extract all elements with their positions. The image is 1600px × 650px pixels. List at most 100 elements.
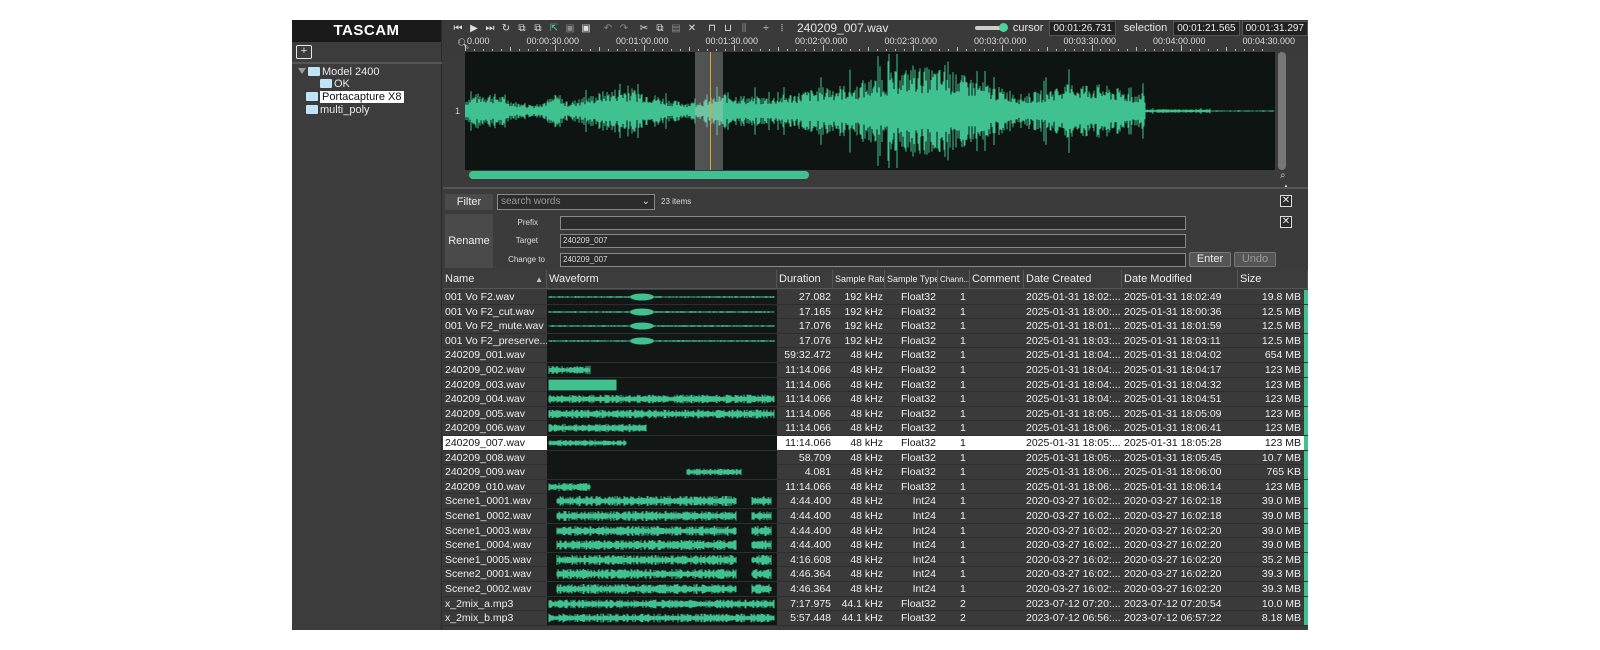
ruler-tick: [867, 47, 869, 51]
zoom-vertical-icon[interactable]: ⌕: [1280, 170, 1286, 181]
save-icon[interactable]: ▣: [563, 21, 577, 35]
expand-arrow-icon[interactable]: [298, 68, 306, 74]
close-rename-icon[interactable]: ✕: [1280, 216, 1292, 228]
region-icon[interactable]: ⧉: [515, 21, 529, 35]
ruler-tick: [590, 49, 592, 51]
save-all-icon[interactable]: ▣: [579, 21, 593, 35]
waveform-editor[interactable]: [465, 52, 1275, 170]
loop-icon[interactable]: ↻: [499, 21, 513, 35]
zoom-icon[interactable]: 🔍︎: [457, 39, 470, 50]
col-sample-rate[interactable]: Sample Rate: [833, 270, 885, 289]
horizontal-scrollbar[interactable]: [469, 171, 810, 179]
table-row[interactable]: Scene1_0001.wav 4:44.400 48 kHz Int24 1 2020-…: [443, 494, 1308, 509]
cell-modified: 2025-01-31 18:04:32: [1124, 378, 1222, 391]
play-icon[interactable]: ▶: [467, 21, 481, 35]
cell-chan: 1: [960, 407, 966, 420]
folder-icon: [320, 79, 332, 88]
ruler-tick: [581, 49, 583, 51]
ruler-tick: [948, 49, 950, 51]
table-row[interactable]: 240209_001.wav 59:32.472 48 kHz Float32 1 202…: [443, 348, 1308, 363]
col-waveform[interactable]: Waveform: [547, 270, 777, 289]
table-row[interactable]: Scene1_0004.wav 4:44.400 48 kHz Int24 1 2020-…: [443, 538, 1308, 553]
chevron-down-icon[interactable]: ⌄: [642, 195, 650, 209]
paste-icon[interactable]: ▤: [669, 21, 683, 35]
table-row[interactable]: x_2mix_a.mp3 7:17.975 44.1 kHz Float32 2 2023…: [443, 596, 1308, 612]
cell-type: Int24: [912, 524, 936, 537]
panel-divider[interactable]: [443, 187, 1308, 189]
cell-rate: 44.1 kHz: [841, 597, 883, 610]
copy-icon[interactable]: ⧉: [653, 21, 667, 35]
redo-icon[interactable]: ↷: [617, 21, 631, 35]
split-icon[interactable]: ÷: [759, 21, 773, 35]
cell-comment: [970, 480, 1022, 494]
table-row[interactable]: 001 Vo F2_preserve... 17.076 192 kHz Float3…: [443, 333, 1308, 349]
cell-duration: 4:46.364: [790, 583, 831, 595]
fade-out-icon[interactable]: ⊔: [721, 21, 735, 35]
playback-cursor[interactable]: [709, 52, 711, 170]
undo-icon[interactable]: ↶: [601, 21, 615, 35]
table-row[interactable]: 240209_007.wav 11:14.066 48 kHz Float32 1 202…: [443, 436, 1308, 451]
table-row[interactable]: Scene1_0003.wav 4:44.400 48 kHz Int24 1 2020-…: [443, 523, 1308, 539]
table-row[interactable]: 240209_003.wav 11:14.066 48 kHz Float32 1 202…: [443, 377, 1308, 393]
cell-created: 2025-01-31 18:05:...: [1026, 451, 1121, 464]
col-name[interactable]: Name ▲: [443, 270, 547, 289]
table-row[interactable]: 240209_009.wav 4.081 48 kHz Float32 1 2025-01…: [443, 465, 1308, 480]
cell-modified: 2025-01-31 18:01:59: [1124, 320, 1222, 333]
cell-name: 240209_004.wav: [445, 393, 525, 406]
vertical-scrollbar[interactable]: [1278, 52, 1286, 170]
table-row[interactable]: 240209_008.wav 58.709 48 kHz Float32 1 2025-0…: [443, 450, 1308, 466]
cell-name: x_2mix_b.mp3: [445, 612, 514, 625]
cell-created: 2025-01-31 18:04:...: [1026, 378, 1121, 391]
table-row[interactable]: Scene1_0005.wav 4:16.608 48 kHz Int24 1 2020-…: [443, 552, 1308, 568]
col-date-created[interactable]: Date Created: [1024, 270, 1122, 289]
table-row[interactable]: 240209_010.wav 11:14.066 48 kHz Float32 1 202…: [443, 479, 1308, 495]
fade-in-icon[interactable]: ⊓: [705, 21, 719, 35]
time-ruler[interactable]: 0.000 00:00:30.000 00:01:00.000 00:01:30.00…: [443, 36, 1308, 51]
table-row[interactable]: 001 Vo F2.wav 27.082 192 kHz Float32 1 2025-0…: [443, 290, 1308, 305]
target-field[interactable]: 240209_007: [560, 234, 1186, 248]
skip-forward-icon[interactable]: ⏭: [483, 21, 497, 35]
col-date-modified[interactable]: Date Modified: [1122, 270, 1238, 289]
sidebar-folder-item[interactable]: Portacapture X8: [306, 91, 404, 104]
skip-back-icon[interactable]: ⏮: [451, 21, 465, 35]
col-comment[interactable]: Comment: [970, 270, 1024, 289]
col-channels[interactable]: Chann...: [938, 270, 970, 289]
col-duration[interactable]: Duration: [777, 270, 833, 289]
enter-button[interactable]: Enter: [1189, 252, 1231, 267]
sidebar-folder-item[interactable]: OK: [320, 78, 350, 91]
zoom-slider-knob[interactable]: [998, 23, 1008, 32]
close-filter-icon[interactable]: ✕: [1280, 195, 1292, 207]
cut-icon[interactable]: ✂: [637, 21, 651, 35]
table-row[interactable]: 240209_006.wav 11:14.066 48 kHz Float32 1 202…: [443, 421, 1308, 436]
new-folder-icon[interactable]: +: [296, 45, 312, 59]
waveform-thumbnail: [547, 304, 777, 319]
ruler-tick-label: 00:03:00.000: [974, 36, 1027, 46]
search-input[interactable]: search words ⌄: [497, 194, 655, 210]
table-row[interactable]: x_2mix_b.mp3 5:57.448 44.1 kHz Float32 2 2023…: [443, 611, 1308, 626]
prefix-field[interactable]: [560, 216, 1186, 230]
table-row[interactable]: 001 Vo F2_mute.wav 17.076 192 kHz Float32 1 2…: [443, 319, 1308, 334]
delete-icon[interactable]: ✕: [685, 21, 699, 35]
table-row[interactable]: 240209_002.wav 11:14.066 48 kHz Float32 1 202…: [443, 363, 1308, 378]
col-sample-type[interactable]: Sample Type: [885, 270, 938, 289]
ruler-tick: [778, 47, 780, 51]
cell-duration: 58.709: [798, 451, 831, 464]
table-row[interactable]: Scene2_0002.wav 4:46.364 48 kHz Int24 1 2020-…: [443, 582, 1308, 597]
table-row[interactable]: 240209_005.wav 11:14.066 48 kHz Float32 1 202…: [443, 406, 1308, 422]
zoom-slider[interactable]: [974, 23, 1008, 32]
table-row[interactable]: Scene2_0001.wav 4:46.364 48 kHz Int24 1 2020-…: [443, 567, 1308, 582]
region-add-icon[interactable]: ⧉: [531, 21, 545, 35]
ruler-tick: [1145, 49, 1147, 51]
undo-button[interactable]: Undo: [1234, 252, 1276, 267]
cell-rate: 44.1 kHz: [841, 612, 883, 625]
cell-rate: 48 kHz: [850, 583, 883, 595]
table-row[interactable]: 240209_004.wav 11:14.066 48 kHz Float32 1 202…: [443, 392, 1308, 407]
table-row[interactable]: 001 Vo F2_cut.wav 17.165 192 kHz Float32 1 20…: [443, 304, 1308, 320]
silence-icon[interactable]: ⫼: [737, 21, 751, 35]
meter-icon[interactable]: ⦙: [775, 21, 789, 35]
sidebar-folder-item[interactable]: multi_poly: [306, 104, 370, 117]
table-row[interactable]: Scene1_0002.wav 4:44.400 48 kHz Int24 1 2020-…: [443, 509, 1308, 524]
cursor-select-icon[interactable]: ⇱: [547, 21, 561, 35]
change-to-field[interactable]: 240209_007: [560, 253, 1186, 267]
col-size[interactable]: Size: [1238, 270, 1308, 289]
